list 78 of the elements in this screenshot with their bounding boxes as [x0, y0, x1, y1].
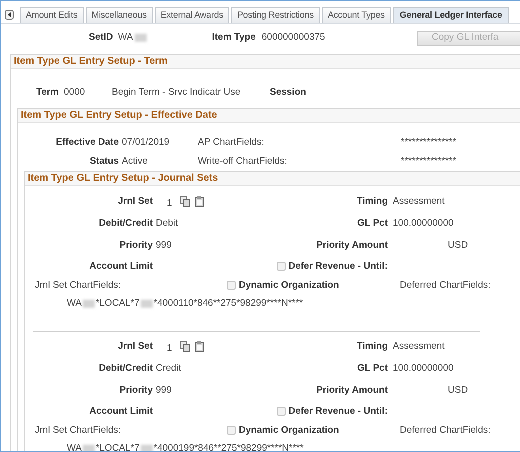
field-label: Jrnl Set	[117, 196, 153, 208]
setid-label: SetID	[89, 32, 114, 44]
tab[interactable]: Amount Edits	[20, 7, 84, 23]
field-label: Debit/Credit	[98, 363, 153, 375]
chartfields-label: Deferred ChartFields:	[399, 280, 492, 292]
tab[interactable]: External Awards	[154, 7, 230, 23]
tab[interactable]: Posting Restrictions	[231, 7, 320, 23]
copy-icon[interactable]	[180, 196, 190, 208]
field-value: 07/01/2019	[121, 136, 171, 148]
chartfield-text: *LOCAL*7	[96, 443, 140, 451]
field-value: Active	[121, 156, 149, 168]
field-value: Debit	[155, 218, 180, 230]
field-value: 100.00000000	[392, 363, 455, 375]
field-label: Defer Revenue - Until:	[288, 261, 388, 272]
chartfield-text: *LOCAL*7	[96, 298, 140, 310]
setid-value: WA	[118, 32, 134, 44]
checkbox[interactable]	[227, 281, 236, 290]
field-value: 100.00000000	[392, 218, 455, 230]
chartfield-label: AP ChartFields:	[198, 136, 266, 148]
copy-icon[interactable]	[180, 341, 190, 352]
field-label: Timing	[356, 341, 388, 353]
chartfield-label: Write-off ChartFields:	[198, 156, 288, 168]
field-value: Assessment	[392, 196, 446, 208]
chartfields-label: Jrnl Set ChartFields:	[34, 425, 122, 437]
session-label: Session	[270, 87, 308, 99]
chartfields-label: Jrnl Set ChartFields:	[34, 280, 122, 292]
tab[interactable]: General Ledger Interface	[392, 7, 510, 23]
term-value: 0000	[63, 87, 86, 99]
redaction-blur	[140, 444, 153, 451]
field-label: Priority Amount	[316, 385, 388, 397]
section-title: Item Type GL Entry Setup - Journal Sets	[28, 172, 218, 184]
chartfield-text: WA	[67, 298, 82, 310]
field-label: Debit/Credit	[98, 218, 153, 230]
section-title: Item Type GL Entry Setup - Effective Date	[21, 110, 218, 122]
field-label: Jrnl Set	[117, 341, 153, 353]
chartfield-value: ***************	[401, 156, 458, 168]
field-label: Effective Date	[55, 136, 119, 148]
field-value: Assessment	[392, 341, 446, 353]
field-value: 1	[166, 198, 172, 210]
chartfield-value: ***************	[401, 136, 458, 148]
paste-icon[interactable]	[195, 341, 204, 352]
field-label: Priority Amount	[316, 240, 388, 252]
checkbox[interactable]	[276, 262, 286, 272]
field-label: Dynamic Organization	[239, 425, 340, 436]
currency-value: USD	[447, 240, 470, 252]
field-label: Dynamic Organization	[239, 280, 340, 292]
currency-value: USD	[447, 385, 470, 397]
term-description: Begin Term - Srvc Indicatr Use	[112, 87, 242, 99]
field-label: GL Pct	[356, 218, 388, 230]
field-value: Credit	[155, 363, 182, 375]
field-label: Priority	[118, 240, 153, 252]
redaction-blur	[140, 300, 153, 308]
section-title: Item Type GL Entry Setup - Term	[14, 56, 168, 68]
field-label: Status	[88, 156, 119, 168]
field-value: 1	[166, 342, 172, 354]
field-label: Timing	[356, 196, 388, 208]
field-label: Defer Revenue - Until:	[288, 406, 388, 418]
field-label: Priority	[118, 385, 153, 397]
tab[interactable]: Account Types	[322, 7, 391, 23]
chartfield-text: WA	[67, 443, 82, 451]
scroll-left-icon[interactable]	[5, 10, 14, 20]
item-type-value: 600000000375	[262, 32, 326, 44]
checkbox[interactable]	[276, 407, 286, 416]
chartfields-label: Deferred ChartFields:	[399, 425, 492, 437]
field-label: Account Limit	[88, 406, 153, 418]
checkbox[interactable]	[227, 426, 236, 436]
redaction-blur	[82, 300, 95, 308]
paste-icon[interactable]	[195, 196, 204, 208]
chartfield-text: *4000110*846**275*98299****N****	[154, 298, 304, 310]
item-type-label: Item Type	[212, 32, 256, 44]
redaction-blur	[82, 444, 95, 451]
term-label: Term	[35, 87, 59, 99]
field-label: GL Pct	[356, 363, 388, 375]
field-value: 999	[155, 240, 173, 252]
field-label: Account Limit	[88, 261, 153, 273]
chartfield-text: *4000199*846**275*98299****N****	[154, 443, 304, 451]
tab[interactable]: Miscellaneous	[86, 7, 153, 23]
field-value: 999	[155, 385, 173, 397]
